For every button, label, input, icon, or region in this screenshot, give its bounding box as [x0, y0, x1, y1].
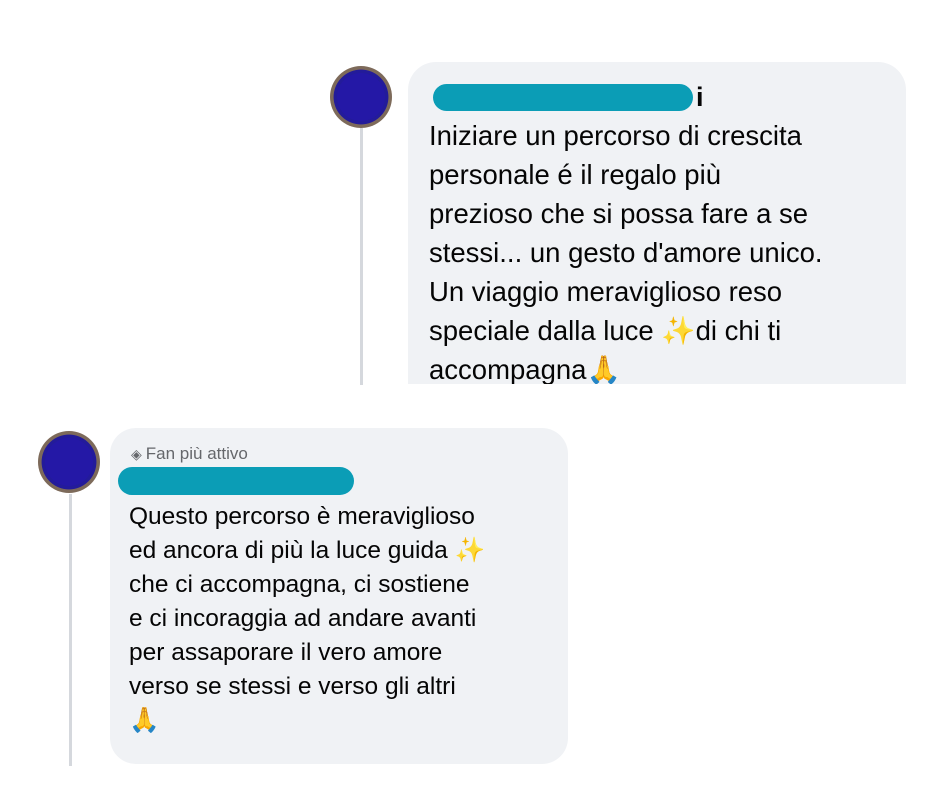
badge-label: Fan più attivo	[145, 444, 248, 463]
top-fan-badge[interactable]: ◈ Fan più attivo	[131, 444, 248, 464]
author-name-suffix[interactable]: i	[696, 82, 704, 112]
diamond-icon: ◈	[131, 446, 142, 462]
avatar[interactable]	[38, 431, 100, 493]
avatar[interactable]	[330, 66, 392, 128]
comment-text: Iniziare un percorso di crescita persona…	[429, 120, 823, 384]
thread-line	[360, 128, 363, 385]
author-name-redacted[interactable]	[118, 467, 354, 495]
thread-line	[69, 494, 72, 766]
author-name-redacted[interactable]	[433, 84, 693, 111]
comment-text: Questo percorso è meraviglioso ed ancora…	[129, 503, 486, 734]
